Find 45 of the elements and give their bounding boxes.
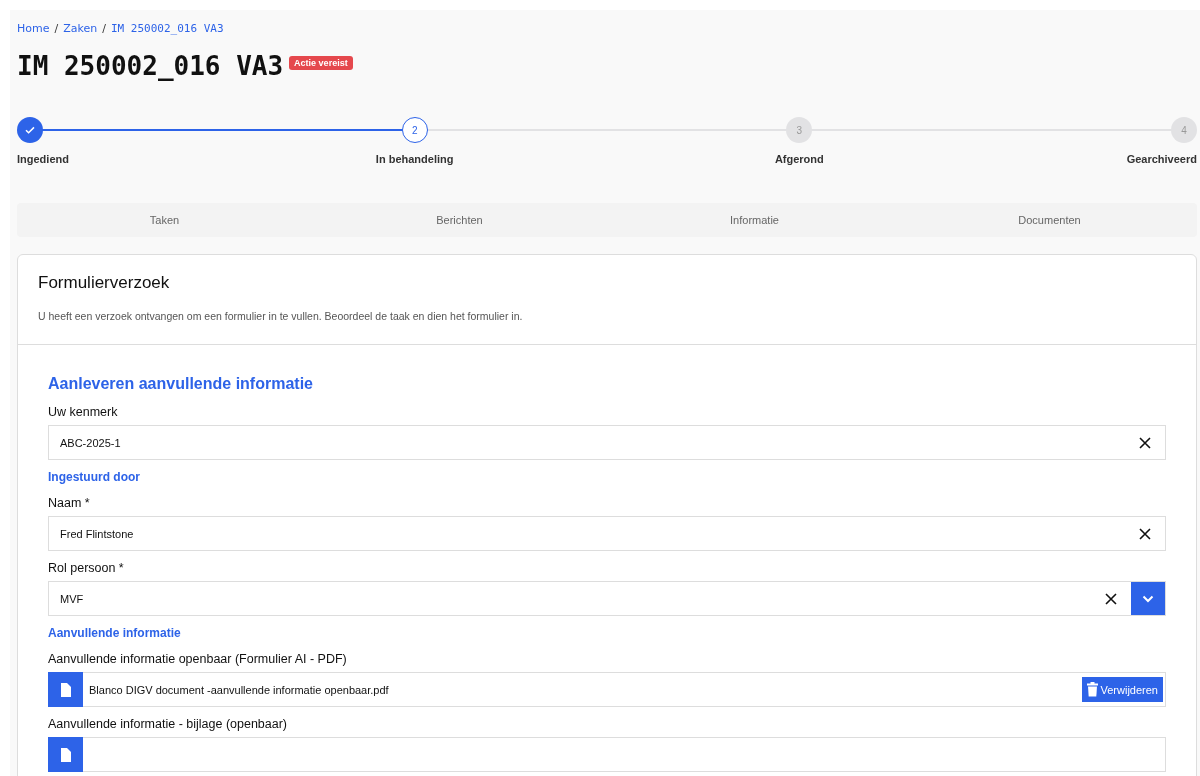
file-icon <box>48 672 83 707</box>
field-label: Rol persoon * <box>48 561 125 575</box>
step-label: Gearchiveerd <box>1126 153 1197 165</box>
trash-icon <box>1086 682 1098 697</box>
section-subheading: Ingestuurd door <box>48 470 141 484</box>
step-number: 2 <box>401 117 428 143</box>
breadcrumb-link[interactable]: Home <box>17 22 50 35</box>
tab[interactable]: Informatie <box>607 203 902 237</box>
clear-icon[interactable] <box>1105 592 1117 605</box>
clear-icon[interactable] <box>1139 527 1151 540</box>
breadcrumb-link[interactable]: Zaken <box>63 22 98 35</box>
field-value: Fred Flintstone <box>60 527 135 540</box>
card-title: Formulierverzoek <box>38 273 171 293</box>
step-number: 3 <box>786 117 813 143</box>
clear-icon[interactable] <box>1139 436 1151 449</box>
step-label: Ingediend <box>17 153 69 165</box>
card-description: U heeft een verzoek ontvangen om een formulier in te vullen. Beoordeel de taak en dien het formulier in. <box>38 310 524 322</box>
input-field[interactable]: ABC-2025-1 <box>48 425 1166 460</box>
delete-button[interactable]: Verwijderen <box>1081 677 1163 702</box>
check-icon <box>17 117 43 143</box>
section-heading: Aanleveren aanvullende informatie <box>48 375 314 393</box>
breadcrumb-link[interactable]: IM 250002_016 VA3 <box>110 22 224 35</box>
field-label: Aanvullende informatie - bijlage (openbaar) <box>48 717 289 731</box>
section-subheading: Aanvullende informatie <box>48 626 182 640</box>
step-label: Afgerond <box>774 153 824 165</box>
page-title: IM 250002_016 VA3 <box>17 51 284 81</box>
tab[interactable]: Taken <box>17 203 312 237</box>
select-field[interactable]: MVF <box>48 581 1166 616</box>
field-value: ABC-2025-1 <box>60 436 122 449</box>
step-label: In behandeling <box>375 153 454 165</box>
file-icon <box>48 737 83 772</box>
field-label: Uw kenmerk <box>48 405 119 419</box>
input-field[interactable]: Fred Flintstone <box>48 516 1166 551</box>
field-label: Naam * <box>48 496 91 510</box>
tab[interactable]: Berichten <box>312 203 607 237</box>
file-name: Blanco DIGV document -aanvullende informatie openbaar.pdf <box>89 683 390 696</box>
step-number: 4 <box>1170 117 1197 143</box>
status-badge: Actie vereist <box>289 56 353 70</box>
breadcrumb-separator: / <box>54 22 59 35</box>
dropdown-button[interactable] <box>1131 582 1165 615</box>
tab[interactable]: Documenten <box>902 203 1197 237</box>
chevron-down-icon <box>1142 594 1154 603</box>
field-label: Aanvullende informatie openbaar (Formulier AI - PDF) <box>48 652 348 666</box>
breadcrumb-separator: / <box>102 22 106 35</box>
field-value: MVF <box>60 592 85 605</box>
